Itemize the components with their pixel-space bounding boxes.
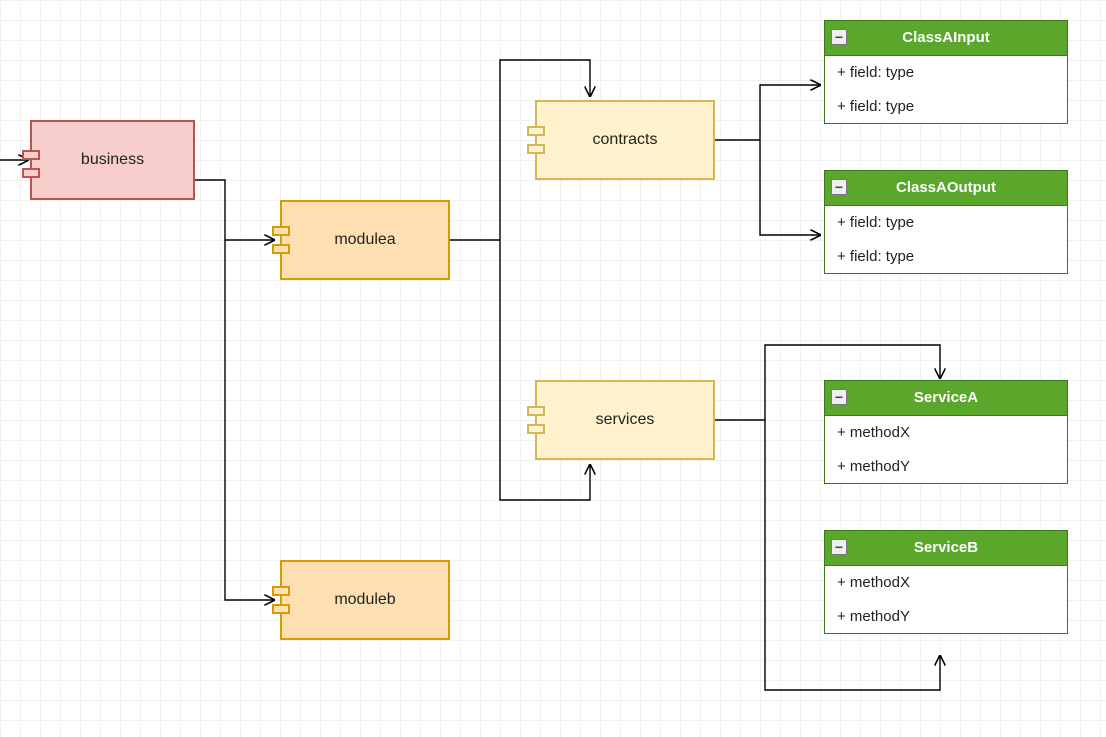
class-member: + methodY <box>825 599 1067 633</box>
component-notch-icon <box>272 604 290 614</box>
class-title: ClassAInput <box>902 29 990 46</box>
class-member: + field: type <box>825 89 1067 123</box>
class-title: ServiceA <box>914 389 978 406</box>
class-serviceb[interactable]: − ServiceB + methodX + methodY <box>824 530 1068 634</box>
collapse-icon[interactable]: − <box>831 179 847 195</box>
component-services[interactable]: services <box>535 380 715 460</box>
class-member: + methodX <box>825 566 1067 599</box>
class-member: + field: type <box>825 206 1067 239</box>
class-classaoutput[interactable]: − ClassAOutput + field: type + field: ty… <box>824 170 1068 274</box>
collapse-icon[interactable]: − <box>831 539 847 555</box>
class-classainput[interactable]: − ClassAInput + field: type + field: typ… <box>824 20 1068 124</box>
component-notch-icon <box>527 144 545 154</box>
class-member: + field: type <box>825 56 1067 89</box>
component-label: services <box>596 411 655 429</box>
component-label: moduleb <box>334 591 395 609</box>
component-label: contracts <box>593 131 658 149</box>
class-header: − ClassAInput <box>825 21 1067 56</box>
class-title: ClassAOutput <box>896 179 996 196</box>
component-notch-icon <box>272 244 290 254</box>
component-business[interactable]: business <box>30 120 195 200</box>
component-moduleb[interactable]: moduleb <box>280 560 450 640</box>
component-notch-icon <box>527 126 545 136</box>
component-contracts[interactable]: contracts <box>535 100 715 180</box>
component-notch-icon <box>22 150 40 160</box>
class-servicea[interactable]: − ServiceA + methodX + methodY <box>824 380 1068 484</box>
class-member: + methodY <box>825 449 1067 483</box>
component-modulea[interactable]: modulea <box>280 200 450 280</box>
component-notch-icon <box>272 226 290 236</box>
component-label: business <box>81 151 144 169</box>
component-notch-icon <box>272 586 290 596</box>
component-notch-icon <box>527 406 545 416</box>
class-header: − ServiceB <box>825 531 1067 566</box>
class-header: − ServiceA <box>825 381 1067 416</box>
component-label: modulea <box>334 231 395 249</box>
diagram-canvas[interactable]: business modulea moduleb contracts servi… <box>0 0 1106 737</box>
collapse-icon[interactable]: − <box>831 29 847 45</box>
class-title: ServiceB <box>914 539 978 556</box>
class-member: + field: type <box>825 239 1067 273</box>
collapse-icon[interactable]: − <box>831 389 847 405</box>
class-member: + methodX <box>825 416 1067 449</box>
component-notch-icon <box>527 424 545 434</box>
component-notch-icon <box>22 168 40 178</box>
class-header: − ClassAOutput <box>825 171 1067 206</box>
